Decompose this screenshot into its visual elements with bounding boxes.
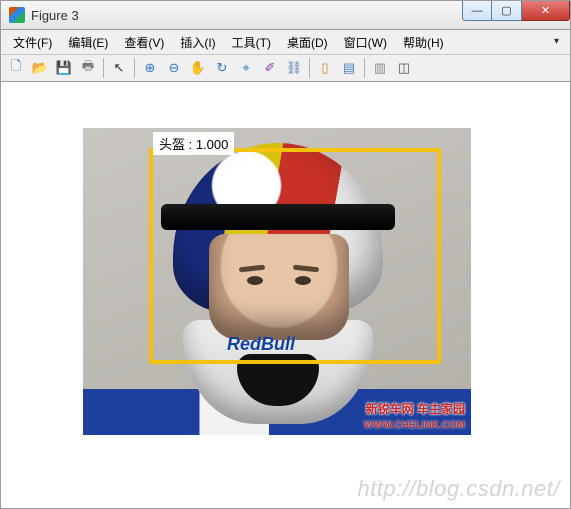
pointer-icon[interactable]: ↖ (108, 57, 130, 79)
page-watermark: http://blog.csdn.net/ (357, 476, 560, 502)
matlab-app-icon (9, 7, 25, 23)
menu-window[interactable]: 窗口(W) (336, 34, 395, 51)
source-watermark-cn: 新锐车网 车主家园 (366, 400, 465, 417)
source-watermark-url: WWW.CHELINK.COM (364, 420, 465, 431)
menubar: 文件(F) 编辑(E) 查看(V) 插入(I) 工具(T) 桌面(D) 窗口(W… (0, 30, 571, 54)
zoom-out-icon[interactable]: ⊖ (163, 57, 185, 79)
close-button[interactable]: ✕ (522, 1, 570, 21)
brush-icon[interactable]: ✐ (259, 57, 281, 79)
menu-help[interactable]: 帮助(H) (395, 34, 452, 51)
pan-icon[interactable]: ✋ (187, 57, 209, 79)
menu-file[interactable]: 文件(F) (5, 34, 60, 51)
colorbar-icon[interactable]: ▯ (314, 57, 336, 79)
print-icon[interactable]: 🖶 (77, 57, 99, 79)
legend-icon[interactable]: ▤ (338, 57, 360, 79)
link-icon[interactable]: ⛓ (283, 57, 305, 79)
toolbar-separator (103, 58, 104, 78)
axes-image: RedBull 新锐车网 车主家园 WWW.CHELINK.COM 头盔 : 1… (83, 128, 471, 435)
detection-label: 头盔 : 1.000 (153, 132, 234, 155)
toolbar-separator (134, 58, 135, 78)
dock-icon[interactable]: ◫ (393, 57, 415, 79)
menu-view[interactable]: 查看(V) (116, 34, 172, 51)
minimize-button[interactable]: — (462, 1, 492, 21)
rotate3d-icon[interactable]: ↻ (211, 57, 233, 79)
hide-tools-icon[interactable]: ▥ (369, 57, 391, 79)
titlebar: Figure 3 — ▢ ✕ (0, 0, 571, 30)
toolbar-separator (364, 58, 365, 78)
toolbar-overflow-icon[interactable]: ▾ (554, 36, 564, 46)
menu-edit[interactable]: 编辑(E) (60, 34, 116, 51)
zoom-in-icon[interactable]: ⊕ (139, 57, 161, 79)
figure-canvas: RedBull 新锐车网 车主家园 WWW.CHELINK.COM 头盔 : 1… (0, 82, 571, 509)
detection-bounding-box (149, 148, 441, 364)
open-icon[interactable]: 📂 (29, 57, 51, 79)
datacursor-icon[interactable]: ⌖ (235, 57, 257, 79)
menu-tools[interactable]: 工具(T) (224, 34, 279, 51)
maximize-button[interactable]: ▢ (492, 1, 522, 21)
menu-insert[interactable]: 插入(I) (172, 34, 223, 51)
toolbar-separator (309, 58, 310, 78)
window-title: Figure 3 (31, 8, 79, 23)
toolbar: 🗋📂💾🖶 ↖ ⊕⊖✋↻⌖✐⛓ ▯▤ ▥◫ (0, 54, 571, 82)
save-icon[interactable]: 💾 (53, 57, 75, 79)
window-buttons: — ▢ ✕ (462, 1, 570, 21)
menu-desktop[interactable]: 桌面(D) (279, 34, 336, 51)
new-figure-icon[interactable]: 🗋 (5, 57, 27, 79)
